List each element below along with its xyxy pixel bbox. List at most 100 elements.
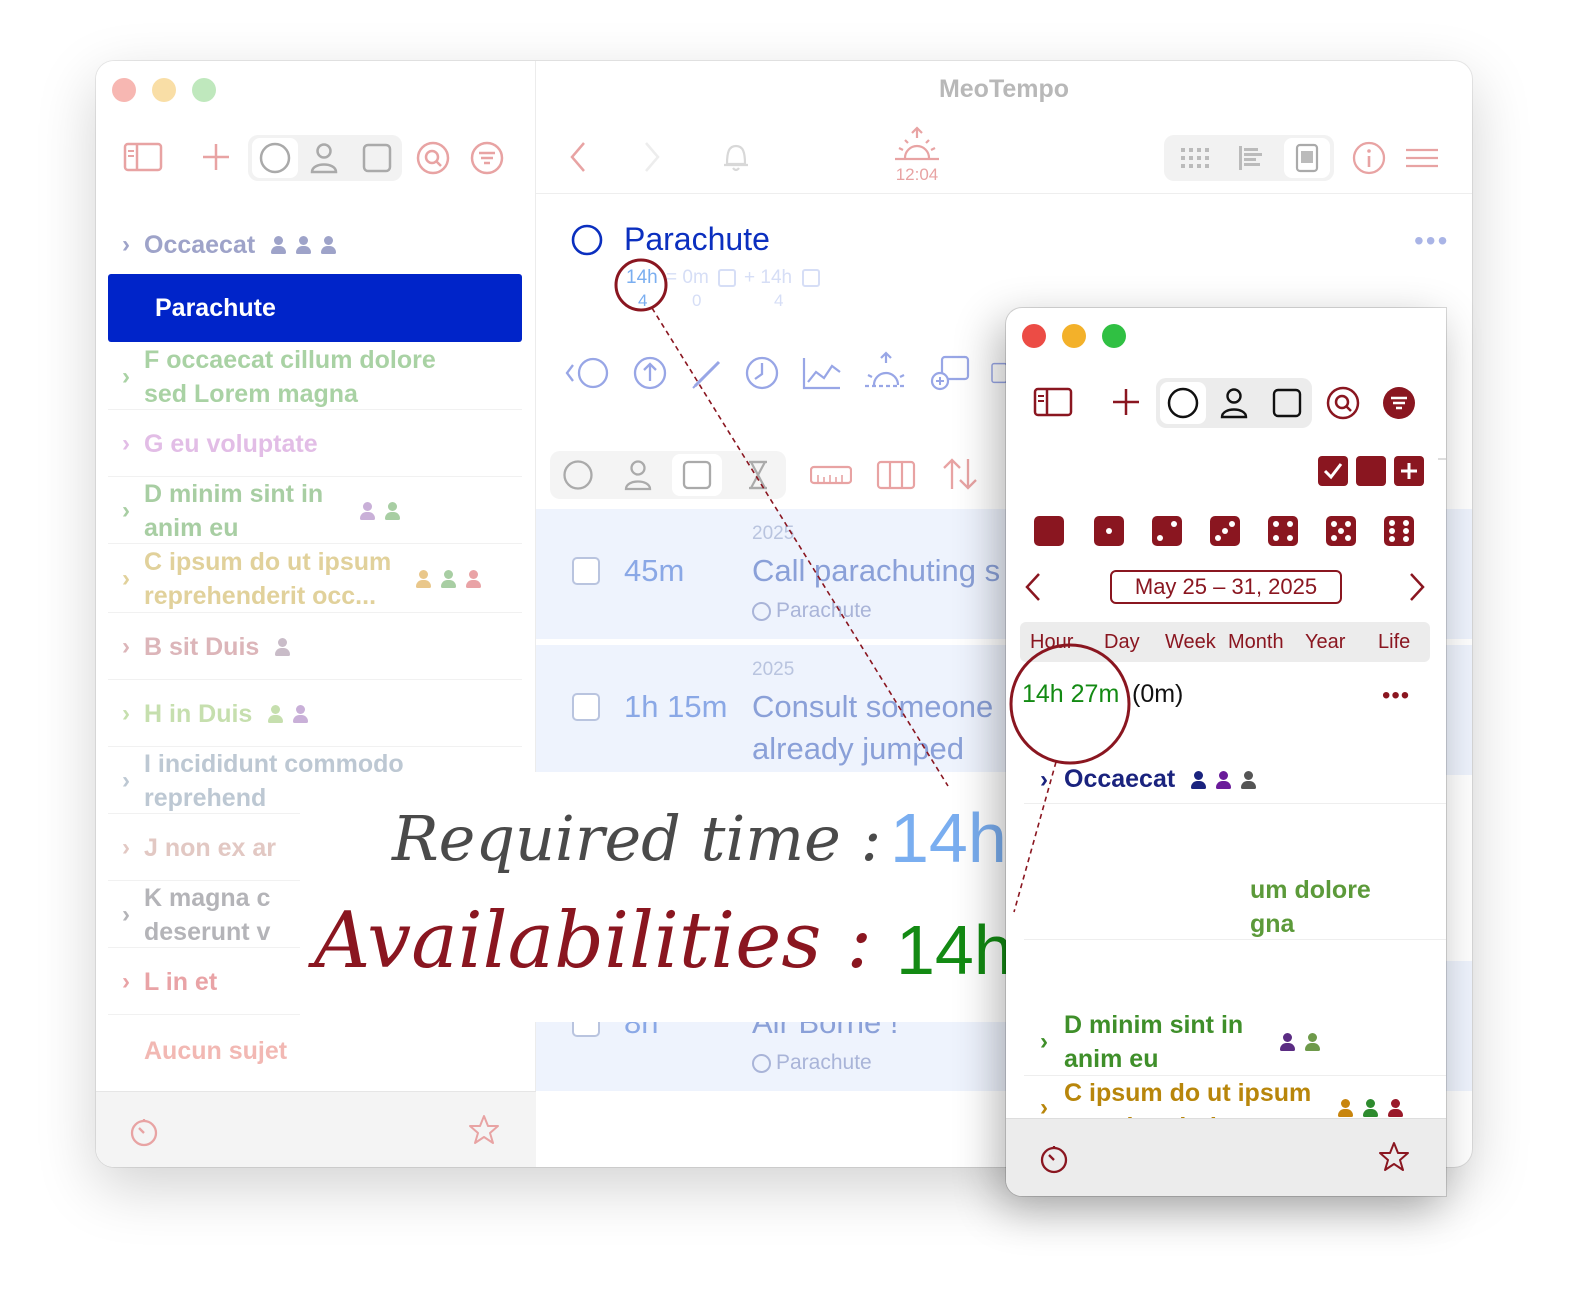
sort-icon[interactable]	[938, 453, 982, 495]
task-checkbox[interactable]	[572, 557, 600, 585]
task-title: Call parachuting s	[752, 553, 1001, 588]
list-item[interactable]: › G eu voluptate	[108, 411, 522, 477]
add-icon[interactable]	[196, 139, 236, 175]
star-icon[interactable]	[466, 1112, 502, 1148]
forward-icon[interactable]	[638, 139, 666, 175]
columns-icon[interactable]	[874, 455, 918, 495]
bell-icon[interactable]	[718, 137, 754, 177]
circle-view-icon[interactable]	[1160, 382, 1206, 424]
more-options-icon[interactable]: •••	[1382, 682, 1410, 710]
task-title: Consult someone	[752, 689, 994, 724]
task-filter-icon[interactable]	[672, 454, 722, 496]
person-view-icon[interactable]	[304, 138, 344, 178]
person-icon	[1278, 1032, 1298, 1052]
person-icon	[291, 704, 311, 724]
tab-week[interactable]: Week	[1165, 631, 1216, 654]
people-icons	[1189, 770, 1259, 790]
tab-year[interactable]: Year	[1305, 631, 1345, 654]
date-range-button[interactable]: May 25 – 31, 2025	[1110, 570, 1342, 604]
dice-6-icon[interactable]	[1384, 516, 1414, 546]
dice-1-icon[interactable]	[1094, 516, 1124, 546]
gantt-view-icon[interactable]	[1228, 139, 1274, 177]
sidebar-item-selected[interactable]: Parachute	[108, 274, 522, 342]
search-icon[interactable]	[1322, 382, 1364, 424]
dice-5-icon[interactable]	[1326, 516, 1356, 546]
task-project: Parachute	[776, 599, 872, 622]
back-icon[interactable]	[564, 139, 592, 175]
todo-count: 4	[774, 291, 784, 310]
person-view-icon[interactable]	[1214, 382, 1254, 424]
star-icon[interactable]	[1376, 1139, 1412, 1175]
circle-filter-icon[interactable]	[556, 455, 600, 495]
list-item[interactable]: › H in Duis	[108, 681, 522, 747]
sidebar-toggle-icon[interactable]	[1032, 384, 1074, 420]
square-view-icon[interactable]	[356, 138, 398, 178]
previous-period-icon[interactable]	[1020, 570, 1046, 604]
list-item[interactable]: › C ipsum do ut ipsumreprehenderit occ..…	[1024, 1076, 1446, 1120]
clock-icon[interactable]	[742, 351, 782, 395]
tab-day[interactable]: Day	[1104, 631, 1140, 654]
add-icon[interactable]	[1106, 384, 1146, 420]
circle-view-icon[interactable]	[252, 138, 298, 178]
grid-view-icon[interactable]	[1172, 139, 1218, 177]
minimize-window-button[interactable]	[1062, 324, 1086, 348]
list-item[interactable]: › Occaecat	[108, 217, 522, 273]
close-window-button[interactable]	[1022, 324, 1046, 348]
timer-icon[interactable]	[1036, 1141, 1072, 1177]
search-icon[interactable]	[412, 137, 454, 179]
close-window-button[interactable]	[112, 78, 136, 102]
minimize-window-button[interactable]	[152, 78, 176, 102]
hourglass-icon[interactable]	[736, 455, 780, 495]
timer-icon[interactable]	[126, 1114, 162, 1150]
chevron-right-icon: ›	[122, 362, 130, 390]
add-dependency-icon[interactable]	[928, 351, 972, 395]
next-period-icon[interactable]	[1404, 570, 1430, 604]
square-view-icon[interactable]	[1266, 382, 1308, 424]
person-filter-icon[interactable]	[616, 455, 660, 495]
zoom-window-button[interactable]	[192, 78, 216, 102]
sidebar-toggle-icon[interactable]	[122, 139, 164, 175]
chevron-right-icon: ›	[122, 699, 130, 727]
open-tasks-toggle[interactable]	[1356, 456, 1386, 486]
sunrise-schedule-icon[interactable]	[862, 347, 910, 395]
tab-month[interactable]: Month	[1228, 631, 1284, 654]
parent-icon[interactable]	[564, 351, 612, 395]
sunrise-icon[interactable]	[892, 125, 942, 165]
dice-2-icon[interactable]	[1152, 516, 1182, 546]
filter-icon[interactable]	[1378, 382, 1420, 424]
dice-4-icon[interactable]	[1268, 516, 1298, 546]
ruler-icon[interactable]	[808, 457, 854, 493]
add-tasks-toggle[interactable]	[1394, 456, 1424, 486]
list-item[interactable]: › C ipsum do ut ipsumreprehenderit occ..…	[108, 545, 522, 613]
list-item[interactable]: um dolore gna	[1024, 872, 1446, 940]
dice-3-icon[interactable]	[1210, 516, 1240, 546]
info-icon[interactable]	[1348, 137, 1390, 179]
menu-icon[interactable]	[1402, 139, 1442, 177]
filter-icon[interactable]	[466, 137, 508, 179]
move-up-icon[interactable]	[630, 351, 670, 395]
done-check-icon	[718, 269, 736, 287]
list-item[interactable]: › D minim sint in anim eu	[1024, 1008, 1446, 1076]
dice-0-icon[interactable]	[1034, 516, 1064, 546]
chart-icon[interactable]	[800, 351, 844, 395]
tab-life[interactable]: Life	[1378, 631, 1410, 654]
zoom-window-button[interactable]	[1102, 324, 1126, 348]
list-item[interactable]: › D minim sint in anim eu	[108, 478, 522, 544]
copy-icon[interactable]	[988, 351, 1008, 395]
list-item[interactable]: Aucun sujet	[108, 1016, 522, 1086]
edit-icon[interactable]	[688, 351, 728, 395]
page-view-icon[interactable]	[1284, 138, 1330, 178]
project-status-icon[interactable]	[570, 223, 604, 257]
person-icon	[1189, 770, 1209, 790]
tab-hour[interactable]: Hour	[1030, 631, 1073, 654]
task-checkbox[interactable]	[572, 693, 600, 721]
more-options-icon[interactable]: •••	[1414, 225, 1449, 257]
list-item[interactable]: › B sit Duis	[108, 614, 522, 680]
people-icons	[358, 501, 403, 521]
availability-time: 14h 27m	[1022, 680, 1120, 708]
chevron-right-icon: ›	[1040, 1027, 1048, 1055]
availabilities-label: Availabilities :	[314, 896, 873, 986]
checked-tasks-toggle[interactable]	[1318, 456, 1348, 486]
list-item[interactable]: › F occaecat cillum dolore sed Lorem magn…	[108, 344, 522, 410]
list-item[interactable]: › Occaecat	[1024, 756, 1446, 804]
